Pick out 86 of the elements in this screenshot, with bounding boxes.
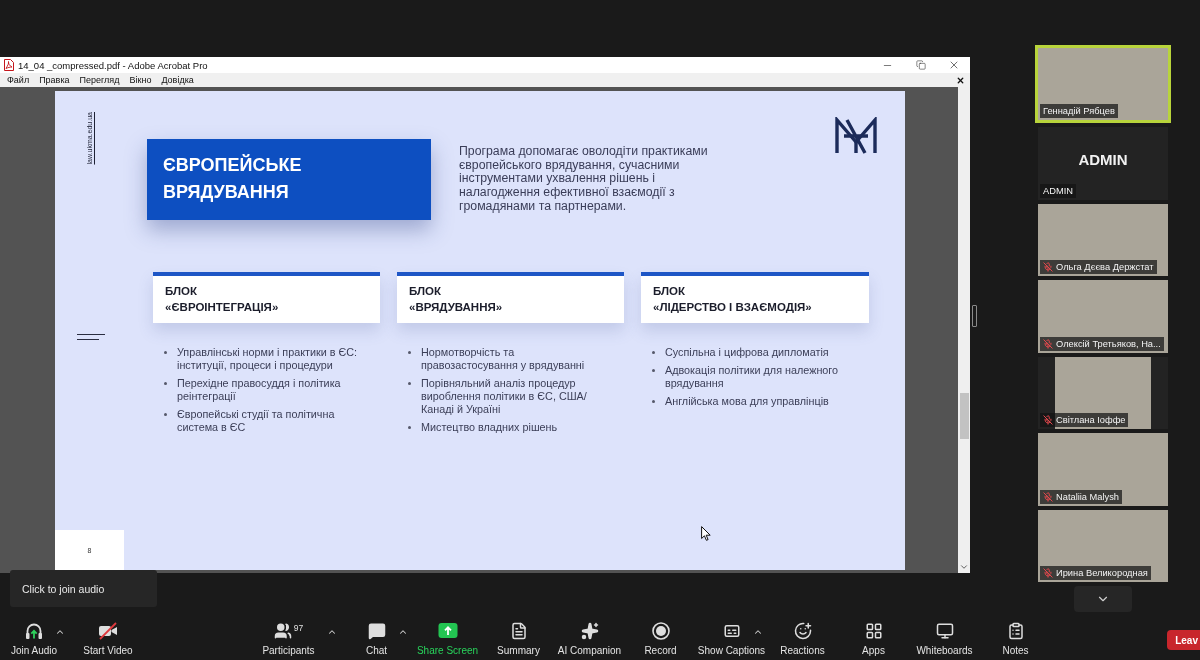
mouse-pointer-icon: [701, 526, 711, 541]
list-item-text: Перехідне правосуддя і політика реінтеграції: [177, 377, 342, 403]
scrollbar-thumb[interactable]: [959, 393, 969, 439]
toolbar-button[interactable]: Show Captions: [696, 615, 767, 658]
chat-bubble-icon: [367, 622, 386, 640]
bullet-icon: [652, 351, 655, 354]
list-item-text: Мистецтво владних рішень: [421, 421, 558, 434]
block-label: БЛОК: [653, 284, 686, 299]
double-line-icon: [77, 332, 105, 341]
block-title: «ЄВРОІНТЕГРАЦІЯ»: [165, 300, 280, 315]
scrollbar[interactable]: [958, 87, 970, 573]
bullet-icon: [164, 413, 167, 416]
restore-icon: [915, 60, 926, 70]
record-icon: [651, 622, 670, 640]
participant-name: Олексій Третьяков, На...: [1056, 337, 1161, 350]
participant-count: 97: [293, 623, 304, 633]
document-icon: [509, 622, 528, 640]
list-item-text: Адвокація політики для належного врядування: [665, 364, 840, 390]
slide-title: ЄВРОПЕЙСЬКЕ ВРЯДУВАННЯ: [163, 153, 303, 204]
notepad-icon: [1006, 622, 1025, 640]
participant-name: Світлана Іоффе: [1056, 414, 1126, 426]
toolbar-button[interactable]: Share Screen: [412, 615, 483, 658]
sparkle-icon: [580, 622, 599, 640]
list-item-text: Порівняльний аналіз процедур вироблення політики в ЄС, США/ Канаді й Україні: [421, 377, 588, 416]
block-label: БЛОК: [409, 284, 442, 299]
list-item-text: Європейські студії та політична система в ЄС: [177, 408, 336, 434]
whiteboard-icon: [935, 622, 954, 640]
block-title: «ВРЯДУВАННЯ»: [409, 300, 504, 315]
bullet-icon: [652, 369, 655, 372]
list-item-text: Нормотворчість та правозастосування у врядуванні: [421, 346, 586, 372]
bullet-icon: [408, 351, 411, 354]
bullet-icon: [164, 382, 167, 385]
participant-name: Nataliia Malysh: [1056, 490, 1120, 503]
participant-name: Ирина Великородная: [1056, 567, 1148, 579]
caret-icon: [55, 627, 65, 637]
menu-item[interactable]: Довідка: [156, 73, 199, 87]
participant-name: Ольга Дєєва Держстат: [1056, 261, 1154, 273]
chevron-down-icon[interactable]: [959, 562, 969, 572]
participant-display-name: ADMIN: [1078, 150, 1128, 168]
list-item-text: Суспільна і цифрова дипломатія: [665, 346, 829, 359]
toolbar-button[interactable]: Summary: [483, 615, 554, 658]
participant-name: Геннадій Рябцев: [1043, 105, 1115, 117]
caret-button[interactable]: [752, 627, 763, 637]
toolbar-button[interactable]: Chat: [341, 615, 412, 658]
toolbar-button[interactable]: Record: [625, 615, 696, 658]
toolbar-button[interactable]: 97 Participants: [253, 615, 324, 658]
tooltip: Click to join audio: [10, 570, 157, 607]
caret-button[interactable]: [55, 627, 65, 637]
caret-button[interactable]: [397, 627, 408, 637]
menu-item[interactable]: Правка: [34, 73, 75, 87]
share-screen-icon: [437, 622, 458, 639]
close-icon: [956, 75, 965, 85]
toolbar-button[interactable]: Reactions: [767, 615, 838, 658]
caret-button[interactable]: [326, 627, 337, 637]
bullet-icon: [652, 400, 655, 403]
intro-paragraph: Програма допомагає оволодіти практиками європейського врядування, сучасними інструментами ухвалення рішень і налагодження ефективної взаємодії з громадянами та партнерами.: [459, 145, 709, 214]
menu-item[interactable]: Файл: [2, 73, 35, 87]
block-title: «ЛІДЕРСТВО І ВЗАЄМОДІЯ»: [653, 300, 813, 315]
caret-icon: [326, 627, 337, 637]
toolbar-button[interactable]: Notes: [980, 615, 1051, 658]
apps-grid-icon: [864, 622, 883, 640]
smiley-plus-icon: [793, 622, 812, 640]
bullet-icon: [164, 351, 167, 354]
people-icon: [273, 622, 292, 640]
camera-off-icon: [98, 622, 118, 640]
leave-button[interactable]: Leav: [1167, 630, 1200, 650]
toolbar-button[interactable]: Join Audio: [0, 615, 68, 658]
menu-item[interactable]: Вікно: [124, 73, 157, 87]
menu-item[interactable]: Перегляд: [74, 73, 125, 87]
list-item-text: Управлінські норми і практики в ЄС: інституції, процеси і процедури: [177, 346, 359, 372]
captions-icon: [722, 622, 741, 640]
caret-icon: [752, 627, 763, 637]
list-item-text: Англійська мова для управлінців: [665, 395, 829, 408]
toolbar-button[interactable]: Apps: [838, 615, 909, 658]
bullet-icon: [408, 382, 411, 385]
participant-name: ADMIN: [1043, 184, 1073, 197]
window-title: 14_04 _compressed.pdf - Adobe Acrobat Pro: [18, 59, 208, 71]
toolbar-button[interactable]: Start Video: [74, 615, 142, 658]
toolbar-button[interactable]: AI Companion: [554, 615, 625, 658]
bullet-icon: [408, 426, 411, 429]
logo-icon: [834, 117, 878, 155]
toolbar-button[interactable]: Whiteboards: [909, 615, 980, 658]
headphones-icon: [24, 622, 44, 640]
caret-icon: [397, 627, 408, 637]
splitter-handle[interactable]: [972, 305, 977, 327]
block-label: БЛОК: [165, 284, 198, 299]
